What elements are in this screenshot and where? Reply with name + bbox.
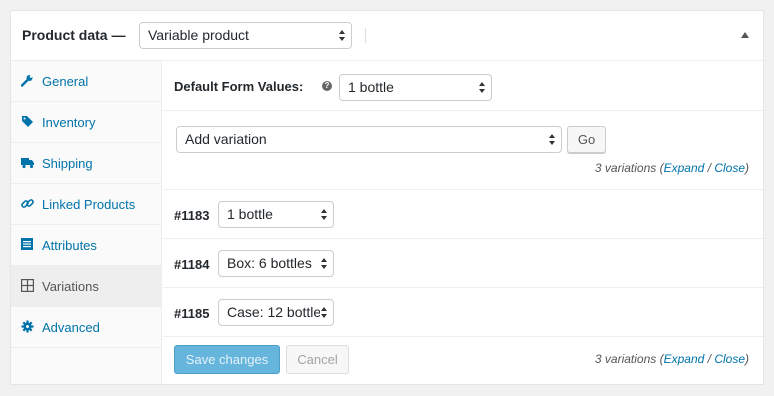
- variation-attribute-select[interactable]: Case: 12 bottles: [218, 299, 334, 326]
- select-arrows-icon: [478, 79, 486, 96]
- select-arrows-icon: [548, 131, 556, 148]
- panel-title: Product data —: [22, 27, 126, 43]
- variation-count-end: ): [745, 161, 749, 175]
- tab-label: General: [42, 74, 89, 89]
- variation-count-text: 3 variations (: [594, 352, 664, 366]
- tag-icon: [21, 115, 34, 128]
- select-arrows-icon: [320, 255, 328, 272]
- tab-label: Shipping: [42, 156, 93, 171]
- variation-row[interactable]: #1183 1 bottle: [163, 190, 763, 239]
- wrench-icon: [20, 74, 34, 87]
- variation-attribute-value: Case: 12 bottles: [227, 304, 329, 320]
- tab-linked-products[interactable]: Linked Products: [11, 184, 161, 225]
- help-icon[interactable]: ?: [322, 81, 332, 91]
- product-data-tabs: General Inventory Shipping Linked Produc…: [11, 61, 162, 384]
- default-form-value: 1 bottle: [348, 79, 394, 95]
- grid-icon: [21, 279, 35, 293]
- variation-id: #1184: [174, 257, 210, 272]
- default-form-values-label: Default Form Values:: [174, 79, 304, 94]
- tab-label: Inventory: [42, 115, 96, 130]
- default-form-value-select[interactable]: 1 bottle: [339, 74, 492, 101]
- panel-header: Product data — Variable product: [11, 11, 763, 61]
- expand-link[interactable]: Expand: [664, 161, 705, 175]
- tab-attributes[interactable]: Attributes: [11, 225, 161, 266]
- tab-shipping[interactable]: Shipping: [11, 143, 161, 184]
- product-type-value: Variable product: [148, 27, 249, 43]
- variation-count-end: ): [745, 352, 749, 366]
- variations-panel: Default Form Values: ? 1 bottle Add vari…: [163, 61, 763, 384]
- tab-general[interactable]: General: [11, 61, 161, 102]
- select-arrows-icon: [320, 206, 328, 223]
- variation-count: 3 variations (Expand / Close): [595, 352, 749, 366]
- variation-attribute-select[interactable]: 1 bottle: [218, 201, 334, 228]
- tab-label: Linked Products: [42, 197, 136, 212]
- add-variation-select[interactable]: Add variation: [176, 126, 562, 153]
- product-data-panel: Product data — Variable product General …: [10, 10, 764, 385]
- tab-label: Variations: [42, 279, 99, 294]
- variation-attribute-select[interactable]: Box: 6 bottles: [218, 250, 334, 277]
- variation-row[interactable]: #1185 Case: 12 bottles: [163, 288, 763, 337]
- link-separator: /: [704, 161, 715, 175]
- variation-attribute-value: 1 bottle: [227, 206, 273, 222]
- gear-icon: [21, 320, 34, 333]
- variation-id: #1185: [174, 306, 210, 321]
- variation-id: #1183: [174, 208, 210, 223]
- collapse-arrow-icon[interactable]: [741, 32, 749, 38]
- product-type-select[interactable]: Variable product: [139, 22, 352, 49]
- variation-row[interactable]: #1184 Box: 6 bottles: [163, 239, 763, 288]
- expand-link[interactable]: Expand: [664, 352, 705, 366]
- default-form-values-row: Default Form Values: ? 1 bottle: [163, 61, 763, 111]
- variations-footer: Save changes Cancel 3 variations (Expand…: [163, 335, 763, 384]
- add-variation-value: Add variation: [185, 131, 267, 147]
- tab-label: Advanced: [42, 320, 100, 335]
- close-link[interactable]: Close: [714, 161, 745, 175]
- cancel-button[interactable]: Cancel: [286, 345, 349, 374]
- variation-count: 3 variations (Expand / Close): [595, 161, 749, 175]
- close-link[interactable]: Close: [714, 352, 745, 366]
- add-variation-row: Add variation Go 3 variations (Expand / …: [163, 111, 763, 190]
- header-divider: [365, 28, 366, 43]
- truck-icon: [21, 156, 34, 169]
- select-arrows-icon: [320, 304, 328, 321]
- tab-label: Attributes: [42, 238, 97, 253]
- tab-variations[interactable]: Variations: [11, 266, 161, 307]
- tab-advanced[interactable]: Advanced: [11, 307, 161, 348]
- save-changes-button[interactable]: Save changes: [174, 345, 280, 374]
- list-icon: [21, 238, 34, 251]
- select-arrows-icon: [338, 27, 346, 44]
- tab-inventory[interactable]: Inventory: [11, 102, 161, 143]
- variation-attribute-value: Box: 6 bottles: [227, 255, 312, 271]
- link-icon: [21, 197, 34, 210]
- link-separator: /: [704, 352, 715, 366]
- go-button[interactable]: Go: [567, 126, 606, 153]
- variation-count-text: 3 variations (: [594, 161, 664, 175]
